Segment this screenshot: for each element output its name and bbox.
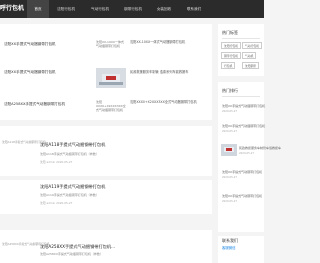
divider [222,38,260,39]
post-title[interactable]: 沈阳A258XX手提式气动捆钢带打包机... [40,244,115,250]
photo-graphic [96,68,126,88]
tag-item[interactable]: 行包机 [221,62,236,69]
hot-date: 2020-05-27 [222,110,238,113]
nav-home[interactable]: 首页 [27,0,49,18]
broken-image-2[interactable]: 沈阳XXX0+X2XXX3XX全式气动捆钢带打包机 [96,100,126,112]
tag-item[interactable]: 气动机 [242,52,257,59]
tag-item[interactable]: 沈阳钢带 [242,62,260,69]
post-excerpt: 沈阳A119手提式气动捆钢带打包机（参数） [40,193,99,197]
tag-item[interactable]: 气动行包机 [242,42,262,49]
post-card-2: 沈阳A119手提式气动捆钢带打包机 沈阳A119手提式气动捆钢带打包机（参数） … [0,180,212,214]
divider [222,96,260,97]
post-card-3: 沈阳A258XX手提式气动捆钢带打包机 沈阳A258XX手提式气动捆钢带打包机.… [0,230,212,263]
featured-item-3[interactable]: 沈阳A258XX手提式气动捆钢带打包机 [4,102,65,107]
hot-date: 2020-05-27 [222,200,238,203]
nav-recycle[interactable]: 女装回收 [151,0,177,18]
post-title[interactable]: 沈阳A119手提式气动捆钢带打包机 [40,184,105,190]
hot-item[interactable]: 沈阳XX手提式气动钢带打包机 [222,170,262,174]
nav-pneumatic[interactable]: 气动行包机 [86,0,114,18]
hot-item[interactable]: 民政救援服务车制管车载救援车 [239,146,281,150]
post-meta: 沈阳 admin 2020-05-27 [40,160,73,164]
hot-item[interactable]: 沈阳XX手提式气动捆钢带打包机 [222,124,265,128]
hot-item[interactable]: 沈阳XX手提式气动捆钢带打包机 [222,104,265,108]
hot-item[interactable]: 沈阳XX手提式气动钢带打包机 [222,194,262,198]
hot-thumbnail[interactable] [221,144,237,156]
thumbnail-photo[interactable] [96,68,126,88]
featured-right-title-2[interactable]: 民政救援服务车制管 浩泰系列车载救援车 [130,70,210,75]
contact-wechat-link[interactable]: 客服微信 [222,245,236,250]
post-excerpt: 沈阳A118手提式气动捆钢带打包机（参数） [40,152,99,156]
sidebar-hot: 热门排行 沈阳XX手提式气动捆钢带打包机 2020-05-27 沈阳XX手提式气… [218,82,281,232]
sidebar-tags: 热门标签 沈阳行包机 气动行包机 钢带行包机 气动机 行包机 沈阳钢带 [218,24,264,76]
hot-date: 2020-05-27 [222,130,238,133]
post-excerpt: 沈阳A258XX手提式气动捆钢带打包机（参数） [40,252,103,256]
site-logo[interactable]: 呼行包机 [0,3,24,12]
post-title[interactable]: 沈阳A118手提式气动捆钢带打包机 [40,142,105,148]
featured-item-1[interactable]: 沈阳XX手提式气动捆钢带打包机 [4,42,56,47]
tag-item[interactable]: 沈阳行包机 [221,42,241,49]
featured-panel: 沈阳XX手提式气动捆钢带打包机 沈阳XX手提式气动捆钢带打包机 沈阳A258XX… [0,24,212,120]
contact-heading: 联系我们 [222,238,238,243]
post-meta: 沈阳 admin 2020-05-27 [40,201,73,205]
nav-shenyang[interactable]: 沈阳行包机 [52,0,80,18]
tags-heading: 热门标签 [222,30,238,35]
photo-graphic [221,144,237,156]
featured-item-2[interactable]: 沈阳XX手提式气动捆钢带打包机 [4,70,56,75]
broken-image-1[interactable]: 沈阳XX-10XX一体式气动捆钢带打包机 [96,40,126,48]
hot-date: 2020-05-27 [222,176,238,179]
hot-heading: 热门排行 [222,88,238,93]
post-card-1: 沈阳A118手提式气动捆钢带打包机 沈阳A118手提式气动捆钢带打包机 沈阳A1… [0,126,212,176]
sidebar-contact: 联系我们 客服微信 [218,236,264,263]
tag-item[interactable]: 钢带行包机 [221,52,241,59]
nav-steel-strap[interactable]: 钢带行包机 [119,0,147,18]
nav-contact[interactable]: 联系我们 [181,0,207,18]
hot-date: 2020-05-27 [239,152,255,155]
featured-right-title-3[interactable]: 沈阳XXX0+X2XXX3XX全式气动捆钢带打包机 [130,100,210,105]
top-nav-bar: 呼行包机 首页 沈阳行包机 气动行包机 钢带行包机 女装回收 联系我们 [0,0,264,18]
featured-right-title-1[interactable]: 沈阳XX-10XX一体式气动捆钢带打包机 [130,40,210,45]
